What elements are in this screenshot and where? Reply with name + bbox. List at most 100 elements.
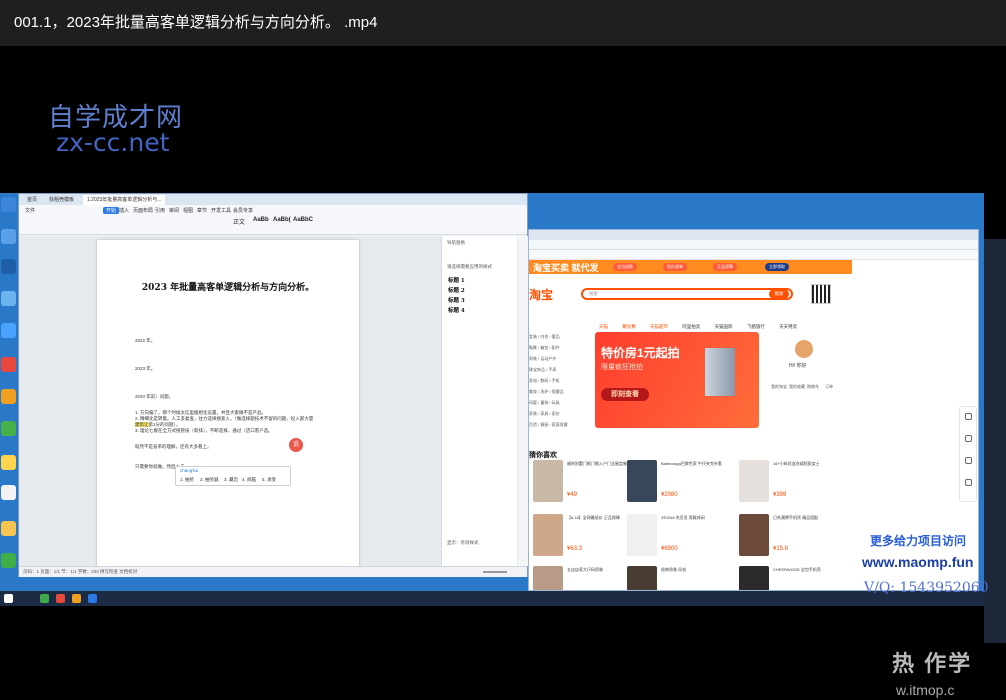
product-price: ¥399: [773, 492, 787, 498]
ime-option[interactable]: 2. 抽奖器: [200, 477, 219, 483]
app-icon: [1, 323, 16, 338]
ime-option[interactable]: 5. 承受: [262, 477, 276, 483]
nav-item[interactable]: 天猫国际: [715, 324, 733, 329]
menu-view[interactable]: 视图: [183, 207, 193, 214]
style-heading3[interactable]: AaBbC: [293, 217, 313, 223]
doc-line: 3. 理论七搬在全方式搜管技（新排），不断选择，通过（店口客户选。: [135, 428, 273, 433]
user-link[interactable]: 我的收藏: [789, 384, 805, 390]
start-icon[interactable]: [4, 594, 13, 603]
search-input[interactable]: 搜索: [581, 288, 793, 300]
product-card[interactable]: 日系潮牌手机壳 精品搭配 ¥15.8: [739, 514, 841, 562]
avatar[interactable]: [795, 340, 813, 358]
menu-chapter[interactable]: 章节: [197, 207, 207, 214]
channel-nav: 天猫 聚划算 天猫超市 阿里拍卖 天猫国际 飞猪旅行 天天特卖: [599, 324, 859, 330]
nav-item[interactable]: 天天特卖: [779, 324, 797, 329]
navigation-pane: 导航窗格 请选择需要应用的样式 标题 1 标题 2 标题 3 标题 4 显示：有…: [441, 236, 517, 566]
category-item[interactable]: 珠宝饰品 / 手表: [529, 367, 591, 378]
wps-writer-window: 首页 找稻壳模板 1.2023年批量高客单逻辑分析与... 文件 开始 插入 页…: [18, 193, 528, 577]
nav-item[interactable]: 飞猪旅行: [747, 324, 765, 329]
heading-style-2[interactable]: 标题 2: [448, 286, 465, 294]
menu-layout[interactable]: 页面布局: [133, 207, 153, 214]
user-link[interactable]: 我的淘宝: [771, 384, 787, 390]
ime-option[interactable]: 4. 阅脑: [242, 477, 256, 483]
report-icon[interactable]: [965, 479, 972, 486]
cart-icon[interactable]: [965, 413, 972, 420]
nav-item[interactable]: 聚划算: [622, 324, 636, 329]
pane-header: 导航窗格: [447, 240, 465, 245]
style-heading1[interactable]: AaBb: [253, 217, 269, 223]
nav-item[interactable]: 天猫超市: [650, 324, 668, 329]
taskbar-app-icon[interactable]: [88, 594, 97, 603]
product-card[interactable]: ZEGNA 杰尼亚 男鞋休闲 ¥6900: [627, 514, 729, 562]
tab-home[interactable]: 首页: [23, 195, 42, 205]
product-card[interactable]: 16+小碎花连衣裙短款女士 ¥399: [739, 460, 841, 508]
ime-candidate-popup[interactable]: chang'tai 1. 抽奖 2. 抽奖器 3. 藏迈 4. 阅脑 5. 承受: [175, 466, 291, 486]
menu-references[interactable]: 引用: [155, 207, 165, 214]
menu-review[interactable]: 审阅: [169, 207, 179, 214]
document-page[interactable]: 2023 年批量高客单逻辑分析与方向分析。 2022 年。 2023 年。 20…: [97, 240, 359, 572]
category-item[interactable]: 家装 / 家具 / 家纺: [529, 411, 591, 422]
promo-pill[interactable]: 正品保障: [713, 263, 737, 271]
video-title-bar: 001.1，2023年批量高客单逻辑分析与方向分析。 .mp4: [0, 0, 1006, 46]
zoom-slider[interactable]: [483, 571, 507, 573]
heading-style-1[interactable]: 标题 1: [448, 276, 465, 284]
side-toolbar[interactable]: [518, 236, 528, 566]
service-icon[interactable]: [965, 435, 972, 442]
nav-item[interactable]: 阿里拍卖: [682, 324, 700, 329]
heading-style-3[interactable]: 标题 3: [448, 296, 465, 304]
top-promo-banner[interactable]: 淘宝买卖 就代发 全包退款 低价接单 正品保障 立即领取: [529, 260, 852, 274]
product-card[interactable]: Balenciaga巴黎世家 牛仔夹克外套 ¥2080: [627, 460, 729, 508]
promo-pill[interactable]: 全包退款: [613, 263, 637, 271]
hero-button[interactable]: 即刻查看: [601, 388, 649, 401]
product-card[interactable]: 经典男装 风衣: [627, 566, 729, 590]
user-link[interactable]: 订单: [825, 384, 833, 390]
product-card[interactable]: 【6.18】全网最低价 正品保障 ¥63.3: [533, 514, 635, 562]
category-item[interactable]: 男装 / 运动户外: [529, 356, 591, 367]
taobao-logo[interactable]: 淘宝: [529, 286, 553, 303]
product-card[interactable]: 五店店家大尺码男装: [533, 566, 635, 590]
user-card: Hi! 你好 我的淘宝 我的收藏 购物车 订单: [763, 332, 847, 428]
category-item[interactable]: 鞋靴 / 箱包 / 配件: [529, 345, 591, 356]
menu-developer[interactable]: 开发工具: [211, 207, 231, 214]
product-card[interactable]: 福利别墅门框门钢入户门全屋定制 ¥49: [533, 460, 635, 508]
category-item[interactable]: 女装 / 内衣 / 奢品: [529, 334, 591, 345]
product-image: [739, 566, 769, 590]
qr-code: [811, 284, 831, 304]
nav-item[interactable]: 天猫: [599, 324, 608, 329]
user-link[interactable]: 购物车: [807, 384, 819, 390]
menu-file[interactable]: 文件: [25, 207, 35, 214]
pane-bottom-label: 显示：有效样式: [447, 540, 479, 545]
taskbar-app-icon[interactable]: [40, 594, 49, 603]
promo-pill[interactable]: 立即领取: [765, 263, 789, 271]
style-normal[interactable]: 正文: [233, 217, 245, 226]
menu-member[interactable]: 会员专享: [233, 207, 253, 214]
menu-home[interactable]: 开始: [103, 207, 120, 214]
feedback-icon[interactable]: [965, 457, 972, 464]
browser-address-bar[interactable]: [529, 240, 978, 250]
tab-templates[interactable]: 找稻壳模板: [45, 195, 79, 205]
taskbar-app-icon[interactable]: [56, 594, 65, 603]
category-item[interactable]: 家电 / 数码 / 手机: [529, 378, 591, 389]
ime-option[interactable]: 1. 抽奖: [180, 477, 194, 483]
product-image: [627, 514, 657, 556]
product-card[interactable]: CHEERWOOD 全包手机壳: [739, 566, 841, 590]
app-icon: [1, 389, 16, 404]
comment-marker[interactable]: 说: [289, 438, 303, 452]
category-item[interactable]: 百货 / 餐厨 / 家庭保健: [529, 422, 591, 433]
ime-option[interactable]: 3. 藏迈: [224, 477, 238, 483]
category-item[interactable]: 母婴 / 童装 / 玩具: [529, 400, 591, 411]
product-price: ¥2080: [661, 492, 678, 498]
watermark-url: zx-cc.net: [56, 128, 170, 157]
product-image: [627, 566, 657, 590]
category-item[interactable]: 美妆 / 洗护 / 保健品: [529, 389, 591, 400]
promo-pill[interactable]: 低价接单: [663, 263, 687, 271]
product-price: ¥63.3: [567, 546, 583, 552]
tab-document[interactable]: 1.2023年批量高客单逻辑分析与...: [83, 195, 166, 205]
doc-line: 2020 年前）问题。: [135, 394, 174, 399]
search-button[interactable]: 搜索: [769, 289, 789, 299]
hero-banner[interactable]: 特价房1元起拍 限量疯狂抢拍 即刻查看: [595, 332, 759, 428]
heading-style-4[interactable]: 标题 4: [448, 306, 465, 314]
menu-insert[interactable]: 插入: [119, 207, 129, 214]
taskbar-app-icon[interactable]: [72, 594, 81, 603]
style-heading2[interactable]: AaBb(: [273, 217, 291, 223]
